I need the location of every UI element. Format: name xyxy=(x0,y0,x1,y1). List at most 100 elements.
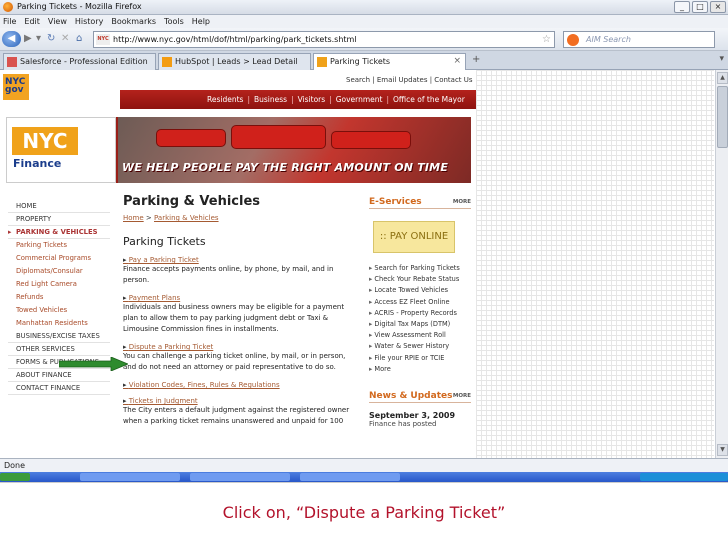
taskbar-item[interactable] xyxy=(80,473,180,481)
vertical-scrollbar[interactable]: ▲ ▼ xyxy=(715,70,728,458)
left-nav-item[interactable]: Red Light Camera xyxy=(8,278,110,291)
page-content: NYC gov Search | Email Updates | Contact… xyxy=(0,70,728,458)
eservices-link[interactable]: Search for Parking Tickets xyxy=(369,263,471,274)
nav-residents[interactable]: Residents xyxy=(207,95,243,104)
eservices-link[interactable]: Check Your Rebate Status xyxy=(369,274,471,285)
main-column: Parking & Vehicles Home > Parking & Vehi… xyxy=(123,194,355,427)
eservices-link[interactable]: ACRIS - Property Records xyxy=(369,308,471,319)
section-pay: Pay a Parking Ticket Finance accepts pay… xyxy=(123,256,355,286)
left-nav-item[interactable]: Refunds xyxy=(8,291,110,304)
reload-icon[interactable]: ↻ xyxy=(47,33,55,44)
tab-hubspot[interactable]: HubSpot | Leads > Lead Detail xyxy=(158,53,311,70)
left-nav-item[interactable]: HOME xyxy=(8,200,110,213)
menu-tools[interactable]: Tools xyxy=(164,15,184,28)
eservices-link[interactable]: File your RPIE or TCIE xyxy=(369,353,471,364)
left-nav-item[interactable]: BUSINESS/EXCISE TAXES xyxy=(8,330,110,343)
search-input[interactable]: AIM Search xyxy=(563,31,715,48)
left-nav-item[interactable]: Towed Vehicles xyxy=(8,304,110,317)
tab-list-icon[interactable]: ▾ xyxy=(719,54,724,64)
menu-history[interactable]: History xyxy=(75,15,103,28)
news-body: Finance has posted xyxy=(369,419,437,428)
minimize-button[interactable]: _ xyxy=(674,1,690,13)
eservices-link[interactable]: Water & Sewer History xyxy=(369,341,471,352)
eservices-link[interactable]: Digital Tax Maps (DTM) xyxy=(369,319,471,330)
eservices-more-link[interactable]: MORE xyxy=(453,199,471,205)
left-nav-item[interactable]: CONTACT FINANCE xyxy=(8,382,110,395)
news-more-link[interactable]: MORE xyxy=(453,393,471,399)
page-title: Parking & Vehicles xyxy=(123,194,261,209)
pay-ticket-link[interactable]: Pay a Parking Ticket xyxy=(123,256,355,264)
breadcrumb-current[interactable]: Parking & Vehicles xyxy=(154,214,219,222)
bookmark-star-icon[interactable]: ☆ xyxy=(542,34,551,45)
menu-edit[interactable]: Edit xyxy=(24,15,40,28)
start-button[interactable] xyxy=(0,473,30,481)
home-icon[interactable]: ⌂ xyxy=(76,33,82,44)
tab-parking-tickets[interactable]: Parking Tickets × xyxy=(313,53,466,71)
address-bar[interactable]: NYC http://www.nyc.gov/html/dof/html/par… xyxy=(93,31,555,48)
taskbar-item[interactable] xyxy=(300,473,400,481)
window-title: Parking Tickets - Mozilla Firefox xyxy=(17,2,142,11)
section-violation-codes: Violation Codes, Fines, Rules & Regulati… xyxy=(123,381,355,389)
payment-plans-link[interactable]: Payment Plans xyxy=(123,294,355,302)
section-dispute: Dispute a Parking Ticket You can challen… xyxy=(123,343,355,373)
url-text: http://www.nyc.gov/html/dof/html/parking… xyxy=(113,35,357,44)
eservices-list: Search for Parking TicketsCheck Your Reb… xyxy=(369,263,471,375)
scroll-up-icon[interactable]: ▲ xyxy=(717,72,728,84)
violation-codes-link[interactable]: Violation Codes, Fines, Rules & Regulati… xyxy=(123,381,355,389)
stop-icon[interactable]: ✕ xyxy=(61,33,69,44)
nyc-tab-icon xyxy=(317,57,327,67)
menu-bookmarks[interactable]: Bookmarks xyxy=(111,15,156,28)
eservices-link[interactable]: View Assessment Roll xyxy=(369,330,471,341)
search-placeholder: AIM Search xyxy=(586,35,631,44)
close-tab-icon[interactable]: × xyxy=(453,54,461,69)
left-nav-item[interactable]: Parking Tickets xyxy=(8,239,110,252)
firefox-icon xyxy=(3,2,13,12)
left-nav-item[interactable]: Commercial Programs xyxy=(8,252,110,265)
main-nav-bar: Residents | Business | Visitors | Governmen… xyxy=(120,90,476,109)
maximize-button[interactable]: □ xyxy=(692,1,708,13)
window-titlebar: Parking Tickets - Mozilla Firefox _ □ × xyxy=(0,0,728,15)
history-dropdown-icon[interactable]: ▾ xyxy=(36,33,41,44)
news-date: September 3, 2009 xyxy=(369,410,456,420)
nav-visitors[interactable]: Visitors xyxy=(298,95,326,104)
menu-view[interactable]: View xyxy=(48,15,67,28)
news-header: News & Updates MORE xyxy=(369,390,471,403)
car-image xyxy=(156,129,226,147)
car-image xyxy=(331,131,411,149)
back-button[interactable]: ◀ xyxy=(2,31,21,47)
tab-salesforce[interactable]: Salesforce - Professional Edition xyxy=(3,53,156,70)
finance-banner: NYC Finance WE HELP PEOPLE PAY THE RIGHT… xyxy=(6,117,471,183)
eservices-link[interactable]: Locate Towed Vehicles xyxy=(369,285,471,296)
pay-online-button[interactable]: :: PAY ONLINE xyxy=(373,221,455,253)
nav-government[interactable]: Government xyxy=(336,95,383,104)
scroll-down-icon[interactable]: ▼ xyxy=(717,444,728,456)
left-nav-item[interactable]: OTHER SERVICES xyxy=(8,343,110,356)
status-bar: Done xyxy=(0,458,728,472)
left-nav-item[interactable]: PROPERTY xyxy=(8,213,110,226)
nav-business[interactable]: Business xyxy=(254,95,287,104)
forward-icon[interactable]: ▶ xyxy=(24,33,32,44)
scroll-thumb[interactable] xyxy=(717,86,728,148)
navigation-toolbar: ◀ ▶ ▾ ↻ ✕ ⌂ NYC http://www.nyc.gov/html/… xyxy=(0,28,728,51)
window-controls: _ □ × xyxy=(674,1,726,13)
right-column: E-Services MORE :: PAY ONLINE Search for… xyxy=(369,197,471,428)
tickets-judgment-link[interactable]: Tickets in Judgment xyxy=(123,397,355,405)
eservices-link[interactable]: Access EZ Fleet Online xyxy=(369,297,471,308)
nyc-gov-logo[interactable]: NYC gov xyxy=(3,74,29,100)
nav-office-of-the-mayor[interactable]: Office of the Mayor xyxy=(393,95,465,104)
section-tickets-judgment: Tickets in Judgment The City enters a de… xyxy=(123,397,355,427)
top-links[interactable]: Search | Email Updates | Contact Us xyxy=(346,76,473,84)
breadcrumb-home[interactable]: Home xyxy=(123,214,144,222)
left-nav-item[interactable]: Manhattan Residents xyxy=(8,317,110,330)
menu-file[interactable]: File xyxy=(3,15,16,28)
new-tab-icon[interactable]: + xyxy=(472,54,480,65)
dispute-ticket-link[interactable]: Dispute a Parking Ticket xyxy=(123,343,355,351)
close-button[interactable]: × xyxy=(710,1,726,13)
car-image xyxy=(231,125,326,149)
left-nav-item[interactable]: PARKING & VEHICLES xyxy=(8,226,110,239)
menu-help[interactable]: Help xyxy=(192,15,210,28)
taskbar-item[interactable] xyxy=(190,473,290,481)
green-arrow-icon xyxy=(59,357,128,371)
eservices-link[interactable]: More xyxy=(369,364,471,375)
left-nav-item[interactable]: Diplomats/Consular xyxy=(8,265,110,278)
